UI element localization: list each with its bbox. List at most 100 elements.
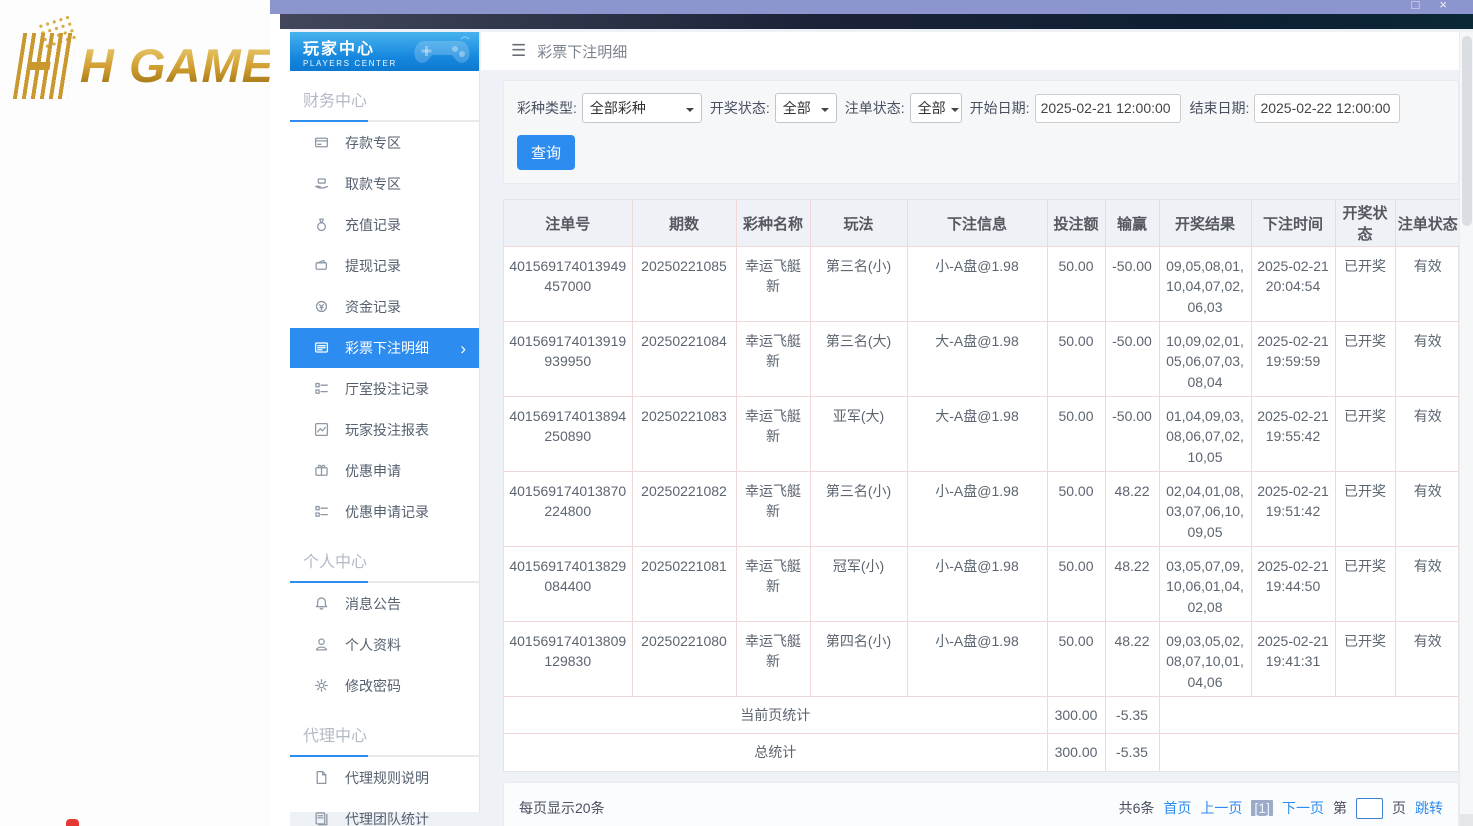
table-row: 401569174013919939950 20250221084 幸运飞艇新 第三名… — [504, 321, 1460, 397]
sidebar-item-label: 玩家投注报表 — [345, 422, 429, 438]
table-cell: 亚军(大) — [810, 396, 908, 472]
table-row: 401569174013829084400 20250221081 幸运飞艇新 冠军(… — [504, 546, 1460, 622]
table-cell: -50.00 — [1105, 246, 1160, 322]
close-icon[interactable]: × — [1439, 0, 1447, 12]
bet-status-select[interactable]: 全部 — [909, 93, 962, 123]
table-cell: 50.00 — [1047, 546, 1106, 622]
table-cell: 20250221081 — [632, 546, 737, 622]
table-row: 401569174013809129830 20250221080 幸运飞艇新 第四名… — [504, 621, 1460, 697]
summary-bet-total: 300.00 — [1047, 696, 1106, 735]
main-content: ☰ 彩票下注明细 彩种类型: 全部彩种 开奖状态: 全部 注单状态: 全部 开始… — [481, 32, 1460, 826]
table-cell: 2025-02-21 19:44:50 — [1251, 546, 1336, 622]
bet-list-icon — [314, 340, 330, 356]
gear-icon — [314, 678, 330, 694]
table-cell: 有效 — [1395, 321, 1460, 397]
sidebar-item[interactable]: 代理规则说明 — [290, 758, 479, 798]
table-cell: 401569174013919939950 — [504, 321, 633, 397]
sidebar-item[interactable]: 厅室投注记录 — [290, 369, 479, 409]
table-cell: 第三名(大) — [810, 321, 908, 397]
summary-win-total: -5.35 — [1105, 733, 1160, 771]
hh-game-logo: H GAME — [12, 16, 270, 106]
query-button[interactable]: 查询 — [517, 135, 576, 170]
window-titlebar: □ × — [270, 0, 1473, 14]
sidebar-item-label: 消息公告 — [345, 596, 401, 612]
jump-link[interactable]: 跳转 — [1415, 798, 1443, 818]
table-cell: 幸运飞艇新 — [736, 396, 811, 472]
lottery-type-select[interactable]: 全部彩种 — [581, 93, 702, 123]
end-date-input[interactable] — [1254, 93, 1401, 123]
sidebar-item[interactable]: 个人资料 — [290, 625, 479, 665]
table-cell: 401569174013809129830 — [504, 621, 633, 697]
table-cell: 第四名(小) — [810, 621, 908, 697]
sidebar-item-label: 取款专区 — [345, 176, 401, 192]
deposit-card-icon — [314, 135, 330, 151]
section-divider — [290, 120, 479, 122]
table-cell: 2025-02-21 20:04:54 — [1251, 246, 1336, 322]
pagination-controls: 共6条 首页 上一页 [1] 下一页 第 页 跳转 — [1119, 797, 1443, 819]
sidebar-item[interactable]: 提现记录 — [290, 246, 479, 286]
sidebar-item[interactable]: 玩家投注报表 — [290, 410, 479, 450]
pagination-bar: 每页显示20条 共6条 首页 上一页 [1] 下一页 第 页 跳转 — [503, 781, 1459, 826]
sidebar-item[interactable]: 存款专区 — [290, 123, 479, 163]
sidebar-item[interactable]: 彩票下注明细 › — [290, 328, 479, 368]
sidebar-item[interactable]: 取款专区 — [290, 164, 479, 204]
column-header: 期数 — [632, 200, 737, 247]
sidebar-item[interactable]: 资金记录 — [290, 287, 479, 327]
start-date-input[interactable] — [1034, 93, 1181, 123]
menu-toggle-icon[interactable]: ☰ — [511, 41, 526, 61]
sidebar-item-label: 个人资料 — [345, 637, 401, 653]
summary-filler — [1159, 734, 1460, 771]
table-cell: 2025-02-21 19:41:31 — [1251, 621, 1336, 697]
table-cell: 50.00 — [1047, 621, 1106, 697]
draw-status-label: 开奖状态: — [709, 100, 770, 116]
sidebar-item-label: 存款专区 — [345, 135, 401, 151]
table-cell: 2025-02-21 19:55:42 — [1251, 396, 1336, 472]
window-left-frame — [280, 29, 290, 826]
table-cell: 小-A盘@1.98 — [907, 471, 1048, 547]
scrollbar-thumb[interactable] — [1462, 36, 1472, 226]
sidebar-item[interactable]: 优惠申请 — [290, 451, 479, 491]
select-caret-icon — [950, 107, 959, 116]
sidebar-item[interactable]: 优惠申请记录 — [290, 492, 479, 532]
table-cell: 幸运飞艇新 — [736, 321, 811, 397]
column-header: 输赢 — [1105, 200, 1160, 247]
table-cell: 48.22 — [1105, 621, 1160, 697]
table-cell: 20250221085 — [632, 246, 737, 322]
table-cell: 幸运飞艇新 — [736, 246, 811, 322]
withdraw-hand-icon — [314, 176, 330, 192]
first-page-link[interactable]: 首页 — [1163, 798, 1191, 818]
draw-status-select[interactable]: 全部 — [774, 93, 837, 123]
table-cell: 401569174013949457000 — [504, 246, 633, 322]
sidebar-item-label: 优惠申请 — [345, 463, 401, 479]
table-cell: 已开奖 — [1335, 546, 1396, 622]
maximize-icon[interactable]: □ — [1412, 0, 1420, 12]
app-window: 玩家中心 PLAYERS CENTER 财务中心 存款专区 取款专区 充值记录 提现记录… — [280, 29, 1473, 826]
sidebar-item[interactable]: 修改密码 — [290, 666, 479, 706]
summary-win-total: -5.35 — [1105, 696, 1160, 735]
table-cell: 冠军(小) — [810, 546, 908, 622]
sidebar: 玩家中心 PLAYERS CENTER 财务中心 存款专区 取款专区 充值记录 提现记录… — [290, 32, 480, 826]
breadcrumb: ☰ 彩票下注明细 — [481, 32, 1459, 70]
table-cell: 09,03,05,02,08,07,10,01,04,06 — [1159, 621, 1252, 697]
table-cell: 有效 — [1395, 546, 1460, 622]
prev-page-link[interactable]: 上一页 — [1200, 798, 1242, 818]
bet-status-value: 全部 — [917, 100, 946, 116]
next-page-link[interactable]: 下一页 — [1282, 798, 1324, 818]
table-cell: 50.00 — [1047, 246, 1106, 322]
scrollbar[interactable] — [1459, 32, 1473, 826]
sidebar-item-label: 资金记录 — [345, 299, 401, 315]
sidebar-item[interactable]: 代理团队统计 — [290, 799, 479, 826]
logo-bars-h — [12, 33, 78, 99]
coin-icon — [314, 299, 330, 315]
sidebar-item[interactable]: 充值记录 — [290, 205, 479, 245]
sidebar-item-label: 彩票下注明细 — [345, 340, 429, 356]
table-cell: 幸运飞艇新 — [736, 471, 811, 547]
sidebar-item[interactable]: 消息公告 — [290, 584, 479, 624]
column-header: 注单号 — [504, 200, 633, 247]
table-cell: 09,05,08,01,10,04,07,02,06,03 — [1159, 246, 1252, 322]
sidebar-item-label: 修改密码 — [345, 678, 401, 694]
table-cell: 第三名(小) — [810, 471, 908, 547]
table-cell: 已开奖 — [1335, 471, 1396, 547]
page-jump-input[interactable] — [1356, 797, 1383, 819]
bell-icon — [314, 596, 330, 612]
